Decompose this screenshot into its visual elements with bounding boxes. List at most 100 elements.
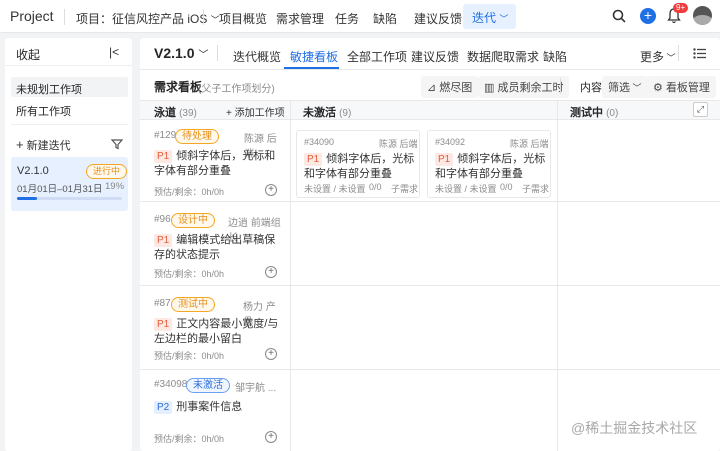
board-title: 需求看板	[154, 80, 203, 94]
burndown-chart-icon: ⊿	[427, 82, 437, 94]
list-view-icon[interactable]	[693, 48, 706, 59]
iteration-name: V2.1.0	[17, 165, 49, 177]
priority-badge: P1	[154, 150, 173, 163]
project-label: 项目：征信风控产品 iOS	[76, 12, 208, 26]
plus-icon: +	[226, 108, 232, 119]
add-work-item-button[interactable]: + 添加工作项	[226, 104, 285, 119]
nav-item-overview[interactable]: 项目概览	[219, 10, 267, 27]
new-iteration-label: 新建迭代	[26, 140, 71, 152]
tabs-divider	[217, 45, 218, 61]
filter-select[interactable]: 筛选 ﹀	[602, 76, 648, 98]
nav-divider	[64, 9, 65, 25]
swimlane-card[interactable]: #87 测试中 杨力 产品 P1 正文内容最小宽度/与左边栏的最小留白 预估/剩余…	[146, 292, 284, 368]
column-name: 测试中	[570, 107, 603, 119]
column-count: (0)	[606, 108, 619, 119]
app-brand[interactable]: Project	[10, 8, 54, 24]
column-divider	[290, 100, 291, 451]
item-title: 倾斜字体后，光标和字体有部分重叠	[154, 150, 276, 177]
add-child-icon[interactable]: +	[265, 431, 277, 443]
chevron-down-icon: ﹀	[499, 14, 509, 24]
board-manage-label: 看板管理	[665, 82, 710, 94]
status-badge[interactable]: 未激活	[186, 378, 230, 393]
filter-label: 筛选	[608, 82, 630, 94]
column-name: 未激活	[303, 107, 336, 119]
add-child-icon[interactable]: +	[265, 266, 277, 278]
item-dates: 未设置 / 未设置	[304, 184, 366, 194]
column-count: (39)	[179, 108, 197, 119]
status-badge[interactable]: 测试中	[171, 297, 215, 312]
version-label: V2.1.0	[154, 45, 195, 61]
item-id: #34090	[304, 137, 335, 147]
version-selector[interactable]: V2.1.0 ﹀	[154, 45, 208, 61]
status-badge[interactable]: 设计中	[171, 213, 215, 228]
priority-badge: P1	[304, 153, 323, 166]
item-id: #34092	[435, 137, 466, 147]
item-owner: 陈源 后端	[379, 139, 418, 149]
row-divider	[140, 369, 720, 370]
board-subtitle: (父子工作项划分)	[198, 84, 275, 95]
create-plus-icon[interactable]: +	[640, 8, 656, 24]
priority-badge: P1	[154, 234, 173, 247]
board-card[interactable]: #34090 陈源 后端 P1 倾斜字体后，光标和字体有部分重叠 未设置 / 未设…	[296, 130, 420, 198]
nav-item-feedback[interactable]: 建议反馈	[414, 10, 462, 27]
sidebar-item-unplanned[interactable]: 未规划工作项	[11, 77, 128, 97]
sidebar-item-label: 未规划工作项	[16, 84, 82, 96]
new-iteration-button[interactable]: + 新建迭代	[16, 137, 71, 153]
content-label: 内容	[580, 82, 602, 94]
burndown-button[interactable]: ⊿ 燃尽图	[421, 76, 479, 98]
member-hours-label: 成员剩余工时	[497, 82, 564, 94]
row-divider	[140, 201, 720, 202]
swimlane-card[interactable]: #34098 未激活 邹宇航 ... P2 刑事案件信息 预估/剩余：0h/0h …	[146, 376, 284, 448]
sidebar-item-all[interactable]: 所有工作项	[16, 103, 71, 119]
item-id: #129	[154, 130, 177, 141]
item-id: #96	[154, 214, 171, 225]
add-child-icon[interactable]: +	[265, 184, 277, 196]
project-switcher[interactable]: 项目：征信风控产品 iOS ﹀	[76, 10, 220, 27]
tab-all-work-items[interactable]: 全部工作项	[347, 48, 407, 65]
iteration-progress-fill	[17, 197, 37, 200]
board-manage-button[interactable]: ⚙ 看板管理	[647, 76, 716, 98]
status-badge[interactable]: 待处理	[175, 129, 219, 144]
nav-divider	[203, 9, 204, 25]
column-divider	[557, 100, 558, 451]
priority-badge: P1	[154, 318, 173, 331]
item-estimate: 预估/剩余：0h/0h	[154, 351, 225, 361]
member-hours-button[interactable]: ▥ 成员剩余工时	[478, 76, 570, 98]
collapse-sidebar-icon[interactable]: |<	[109, 45, 119, 59]
nav-item-iterations[interactable]: 迭代 ﹀	[463, 4, 516, 29]
tab-agile-board[interactable]: 敏捷看板	[290, 48, 338, 65]
column-swimlane: 泳道 (39)	[154, 104, 197, 120]
nav-item-requirements[interactable]: 需求管理	[276, 10, 324, 27]
more-label: 更多	[640, 50, 665, 64]
sidebar-divider	[11, 124, 128, 125]
sidebar-collapse-label[interactable]: 收起	[16, 46, 40, 63]
swimlane-card[interactable]: #129 待处理 陈源 后端 P1 倾斜字体后，光标和字体有部分重叠 预估/剩余：…	[146, 124, 284, 200]
tab-data-crawl[interactable]: 数据爬取需求	[467, 48, 539, 65]
swimlane-card[interactable]: #96 设计中 边逍 前端组长 P1 编辑模式给出草稿保存的状态提示 预估/剩余：…	[146, 208, 284, 284]
add-child-icon[interactable]: +	[265, 348, 277, 360]
item-ratio: 0/0	[500, 182, 513, 192]
item-title: 编辑模式给出草稿保存的状态提示	[154, 234, 276, 261]
filter-icon[interactable]	[111, 138, 123, 150]
tab-feedback[interactable]: 建议反馈	[411, 48, 459, 65]
plus-icon: +	[16, 137, 24, 152]
board-card[interactable]: #34092 陈源 后端 P1 倾斜字体后，光标和字体有部分重叠 未设置 / 未设…	[427, 130, 551, 198]
item-title: 正文内容最小宽度/与左边栏的最小留白	[154, 318, 279, 345]
tab-iteration-overview[interactable]: 迭代概览	[233, 48, 281, 65]
nav-item-bugs[interactable]: 缺陷	[373, 10, 397, 27]
priority-badge: P2	[154, 401, 173, 414]
more-menu[interactable]: 更多 ﹀	[640, 48, 676, 65]
sidebar-divider	[5, 65, 132, 66]
chevron-down-icon: ﹀	[664, 53, 676, 63]
watermark: @稀土掘金技术社区	[571, 420, 698, 436]
item-dates: 未设置 / 未设置	[435, 184, 497, 194]
item-id: #34098	[154, 379, 188, 390]
nav-item-tasks[interactable]: 任务	[335, 10, 359, 27]
column-testing: 测试中 (0)	[570, 104, 618, 120]
search-icon[interactable]	[612, 9, 626, 23]
tab-bugs[interactable]: 缺陷	[543, 48, 567, 65]
fullscreen-icon[interactable]: ⤢	[693, 102, 708, 117]
notification-badge: 9+	[673, 3, 689, 13]
nav-item-iterations-label: 迭代	[472, 11, 497, 25]
avatar[interactable]	[693, 6, 712, 25]
